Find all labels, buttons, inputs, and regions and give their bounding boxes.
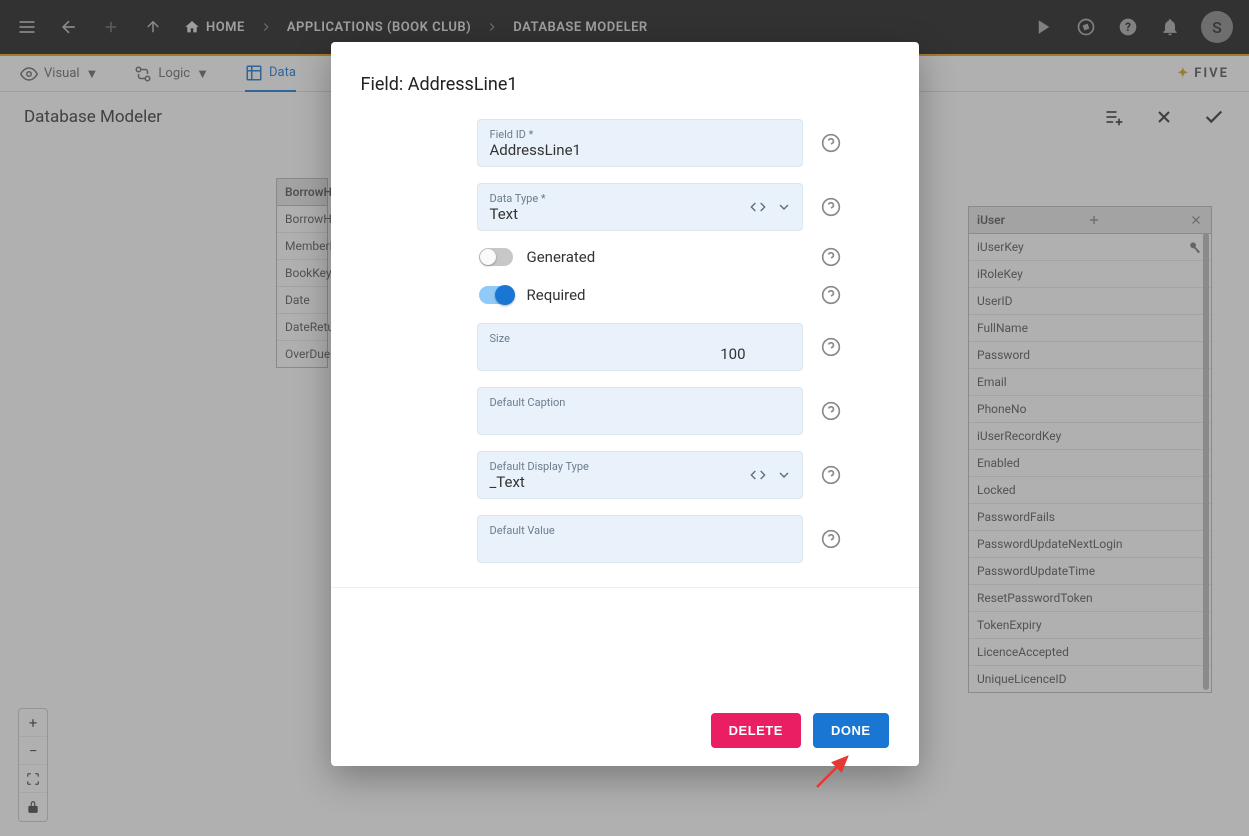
- generated-switch[interactable]: [479, 248, 513, 266]
- help-icon[interactable]: [821, 529, 841, 549]
- default-caption-value: [490, 409, 790, 427]
- help-icon[interactable]: [821, 401, 841, 421]
- field-id-input[interactable]: Field ID * AddressLine1: [477, 119, 803, 167]
- code-icon[interactable]: [750, 199, 766, 215]
- code-icon[interactable]: [750, 467, 766, 483]
- size-value: 100: [490, 345, 790, 363]
- help-icon[interactable]: [821, 465, 841, 485]
- size-label: Size: [490, 332, 790, 345]
- data-type-select[interactable]: Data Type * Text: [477, 183, 803, 231]
- required-label: Required: [527, 286, 586, 304]
- default-value-value: [490, 537, 790, 555]
- chevron-down-icon[interactable]: [776, 199, 792, 215]
- size-input[interactable]: Size 100: [477, 323, 803, 371]
- default-caption-input[interactable]: Default Caption: [477, 387, 803, 435]
- field-modal: Field: AddressLine1 Field ID * AddressLi…: [331, 42, 919, 766]
- data-type-value: Text: [490, 205, 790, 223]
- default-display-type-select[interactable]: Default Display Type _Text: [477, 451, 803, 499]
- help-icon[interactable]: [821, 285, 841, 305]
- help-icon[interactable]: [821, 247, 841, 267]
- default-value-label: Default Value: [490, 524, 790, 537]
- field-id-label: Field ID *: [490, 128, 790, 141]
- help-icon[interactable]: [821, 133, 841, 153]
- default-display-type-value: _Text: [490, 473, 790, 491]
- default-value-input[interactable]: Default Value: [477, 515, 803, 563]
- chevron-down-icon[interactable]: [776, 467, 792, 483]
- help-icon[interactable]: [821, 197, 841, 217]
- delete-button[interactable]: DELETE: [711, 713, 801, 748]
- default-display-type-label: Default Display Type: [490, 460, 790, 473]
- field-id-value: AddressLine1: [490, 141, 790, 159]
- modal-overlay: Field: AddressLine1 Field ID * AddressLi…: [0, 0, 1249, 836]
- done-button[interactable]: DONE: [813, 713, 889, 748]
- help-icon[interactable]: [821, 337, 841, 357]
- modal-title: Field: AddressLine1: [361, 42, 889, 119]
- data-type-label: Data Type *: [490, 192, 790, 205]
- required-switch[interactable]: [479, 286, 513, 304]
- generated-label: Generated: [527, 248, 596, 266]
- default-caption-label: Default Caption: [490, 396, 790, 409]
- modal-footer: DELETE DONE: [711, 713, 889, 748]
